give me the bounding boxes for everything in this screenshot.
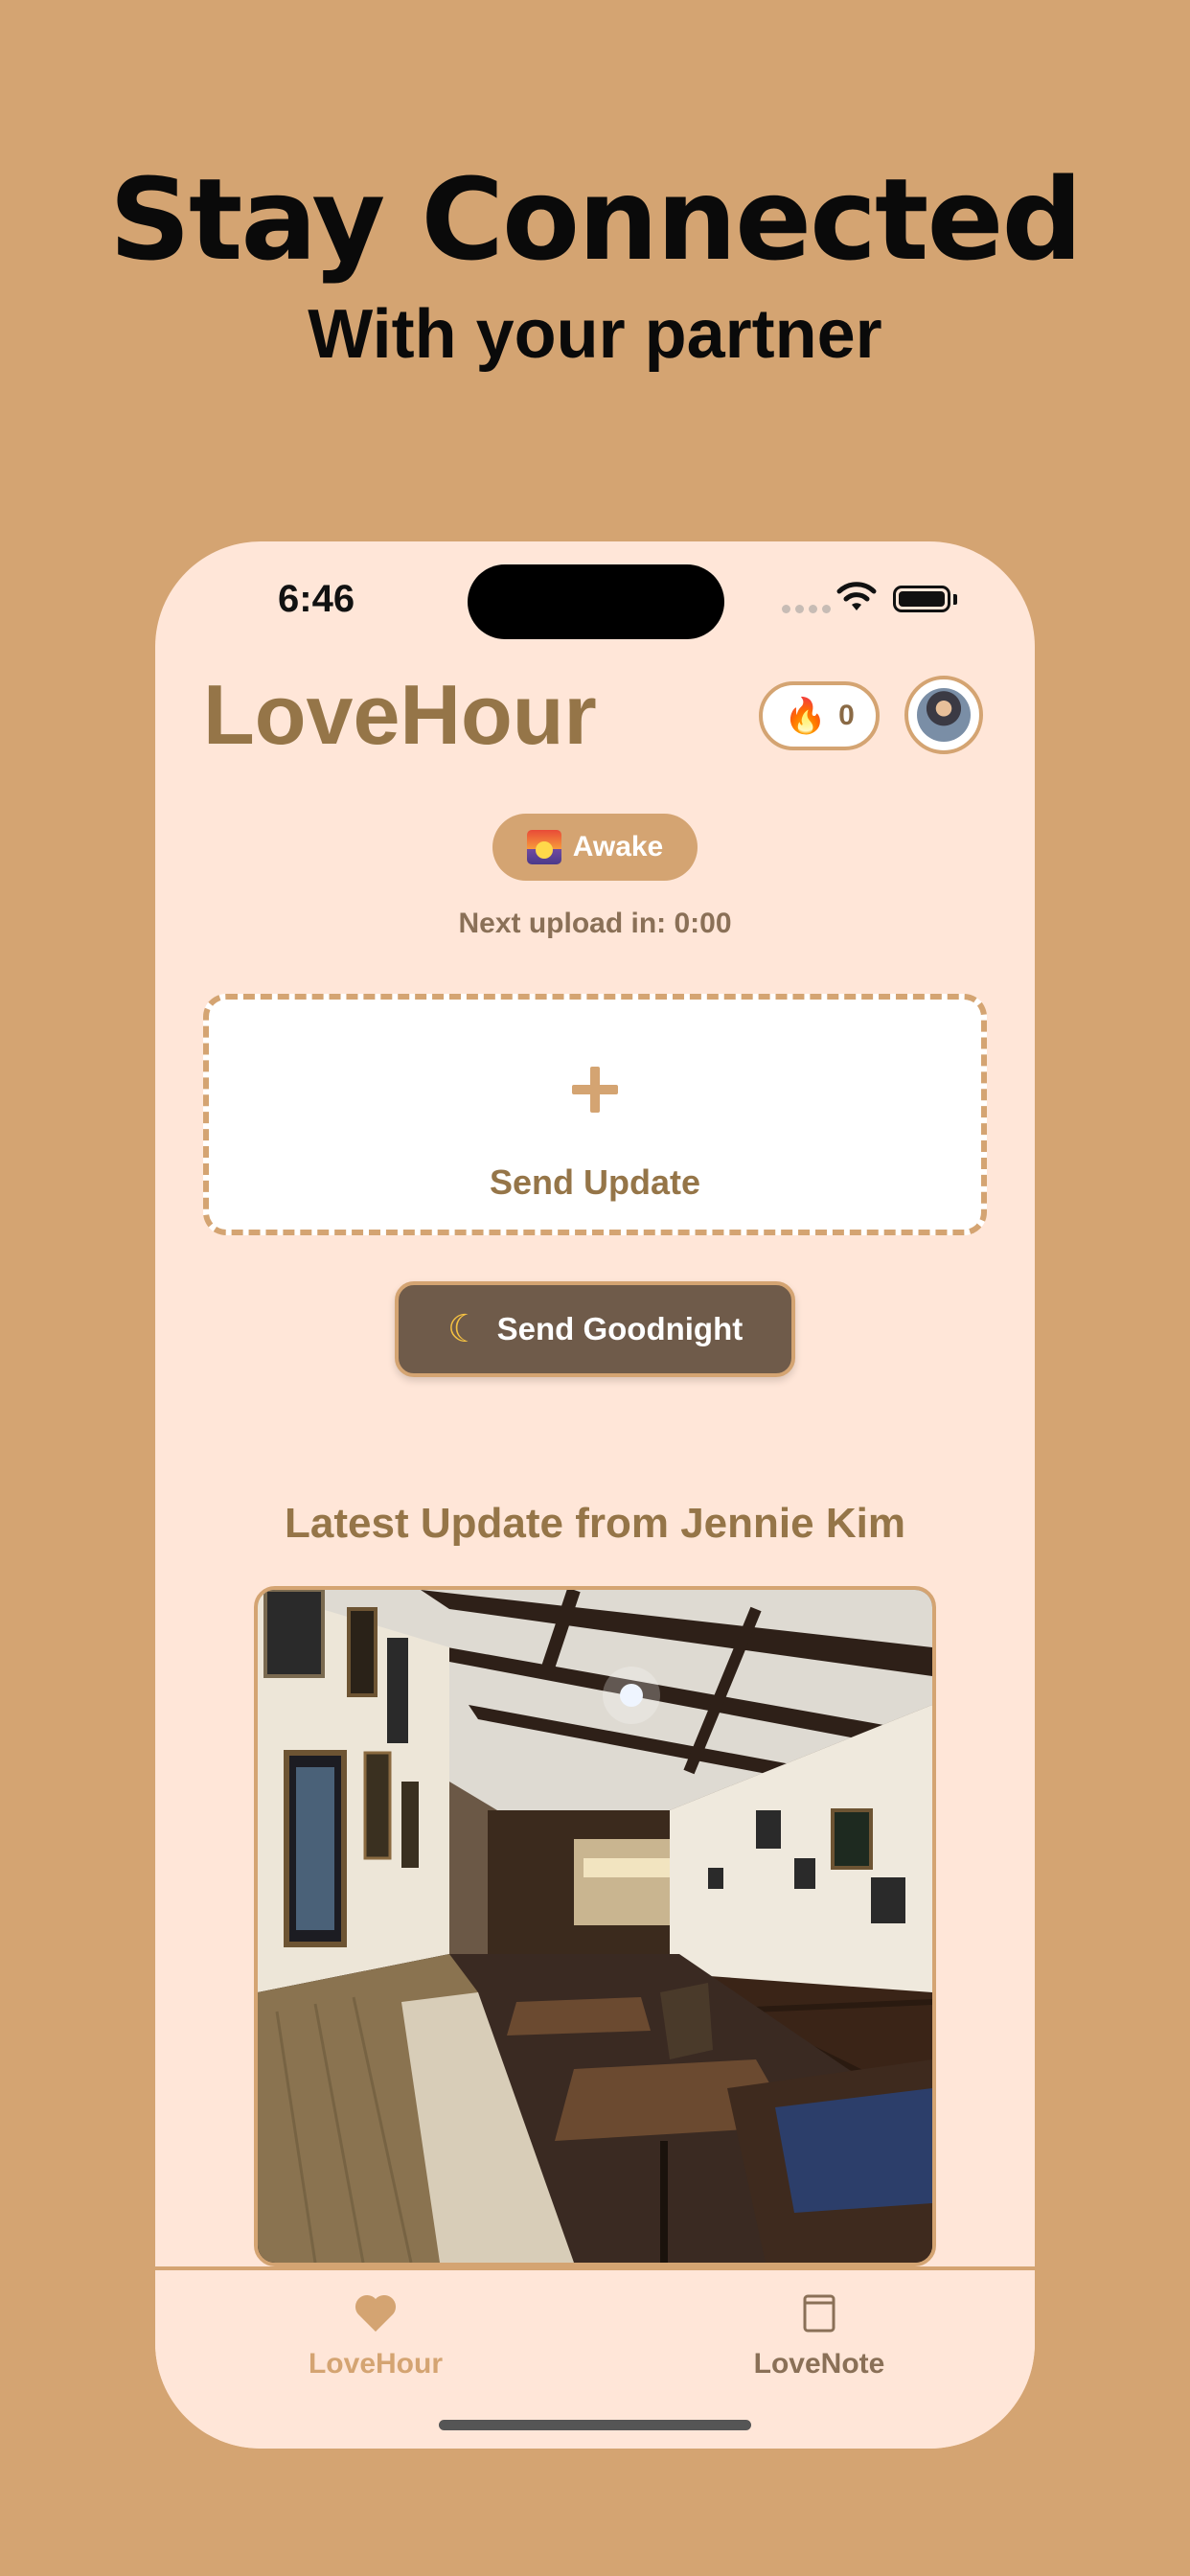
send-goodnight-button[interactable]: ☾ Send Goodnight <box>395 1281 795 1377</box>
send-update-button[interactable]: Send Update <box>203 994 987 1235</box>
tab-lovenote-label: LoveNote <box>753 2348 885 2380</box>
tab-lovehour-label: LoveHour <box>308 2348 443 2380</box>
crescent-moon-icon: ☾ <box>446 1308 482 1350</box>
latest-update-title: Latest Update from Jennie Kim <box>285 1500 905 1547</box>
flame-icon: 🔥 <box>784 696 828 735</box>
latest-update-photo[interactable] <box>254 1586 936 2266</box>
status-badge[interactable]: Awake <box>492 814 698 881</box>
plus-icon <box>572 1067 618 1113</box>
battery-nub <box>953 594 957 605</box>
status-bar-time: 6:46 <box>278 578 355 620</box>
send-update-label: Send Update <box>489 1162 701 1202</box>
phone-frame: 6:46 LoveHour 🔥 0 Awake Next upload in: … <box>155 541 1035 2449</box>
app-title: LoveHour <box>203 667 597 762</box>
heart-icon <box>355 2294 397 2332</box>
battery-icon <box>893 586 950 612</box>
send-goodnight-label: Send Goodnight <box>496 1311 744 1346</box>
wifi-icon <box>836 582 877 610</box>
avatar <box>917 688 971 742</box>
marketing-subheadline: With your partner <box>308 296 882 373</box>
streak-counter[interactable]: 🔥 0 <box>759 681 880 750</box>
restaurant-interior-image <box>258 1590 932 2263</box>
note-icon <box>803 2294 835 2333</box>
marketing-headline: Stay Connected <box>109 153 1083 286</box>
cellular-signal-icon <box>782 605 831 613</box>
profile-avatar-button[interactable] <box>904 676 983 754</box>
status-label: Awake <box>572 831 664 862</box>
tab-lovehour[interactable]: LoveHour <box>232 2293 519 2380</box>
dynamic-island <box>468 564 724 639</box>
streak-count: 0 <box>838 700 855 731</box>
tab-lovenote[interactable]: LoveNote <box>675 2293 963 2380</box>
next-upload-timer: Next upload in: 0:00 <box>458 908 732 939</box>
home-indicator[interactable] <box>439 2420 751 2430</box>
sunrise-icon <box>526 830 561 864</box>
